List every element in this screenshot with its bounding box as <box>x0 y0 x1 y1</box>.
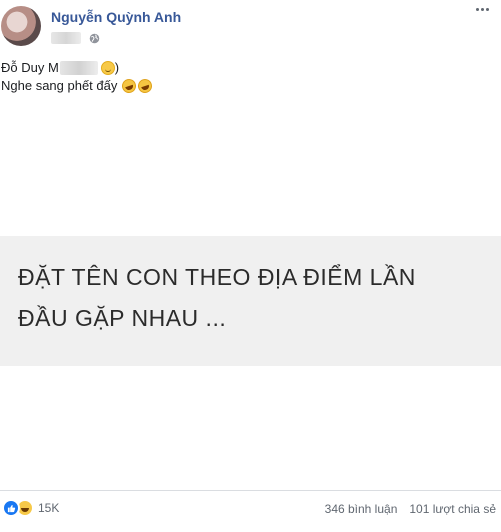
more-options-button[interactable] <box>471 2 493 16</box>
post-header: Nguyễn Quỳnh Anh <box>0 0 501 55</box>
post-meta <box>51 31 100 45</box>
smile-emoji-icon <box>100 61 115 75</box>
post-footer: 15K 346 bình luận 101 lượt chia sẻ <box>0 497 501 521</box>
footer-divider <box>0 490 501 491</box>
like-icon <box>2 499 20 517</box>
globe-icon <box>89 33 100 43</box>
blurred-name <box>59 61 98 75</box>
image-text-line-2: ĐẦU GẶP NHAU ... <box>18 305 227 331</box>
author-name[interactable]: Nguyễn Quỳnh Anh <box>51 9 181 25</box>
caption-line-2: Nghe sang phết đấy <box>1 77 155 95</box>
laughing-emoji-icon <box>136 77 155 95</box>
reactions-summary[interactable]: 15K <box>2 499 59 517</box>
caption-text-line2: Nghe sang phết đấy <box>1 78 118 93</box>
caption-text-prefix: Đỗ Duy M <box>1 60 59 75</box>
post-stats: 346 bình luận 101 lượt chia sẻ <box>313 502 496 516</box>
laughing-emoji-icon <box>120 77 139 95</box>
image-text-line-1: ĐẶT TÊN CON THEO ĐỊA ĐIỂM LẦN <box>18 264 416 290</box>
caption-line-1: Đỗ Duy M ) <box>1 59 152 77</box>
image-caption-text: ĐẶT TÊN CON THEO ĐỊA ĐIỂM LẦN ĐẦU GẶP NH… <box>18 257 416 339</box>
blurred-timestamp[interactable] <box>51 32 81 44</box>
post-caption: Đỗ Duy M ) Nghe sang phết đấy <box>1 59 155 95</box>
dot-icon <box>485 7 489 11</box>
share-count-link[interactable]: 101 lượt chia sẻ <box>409 502 496 516</box>
comment-count-link[interactable]: 346 bình luận <box>325 502 398 516</box>
dot-icon <box>480 7 484 11</box>
dot-icon <box>475 7 479 11</box>
reaction-count: 15K <box>38 501 60 515</box>
caption-text-suffix: ) <box>114 60 120 75</box>
avatar[interactable] <box>1 6 41 46</box>
